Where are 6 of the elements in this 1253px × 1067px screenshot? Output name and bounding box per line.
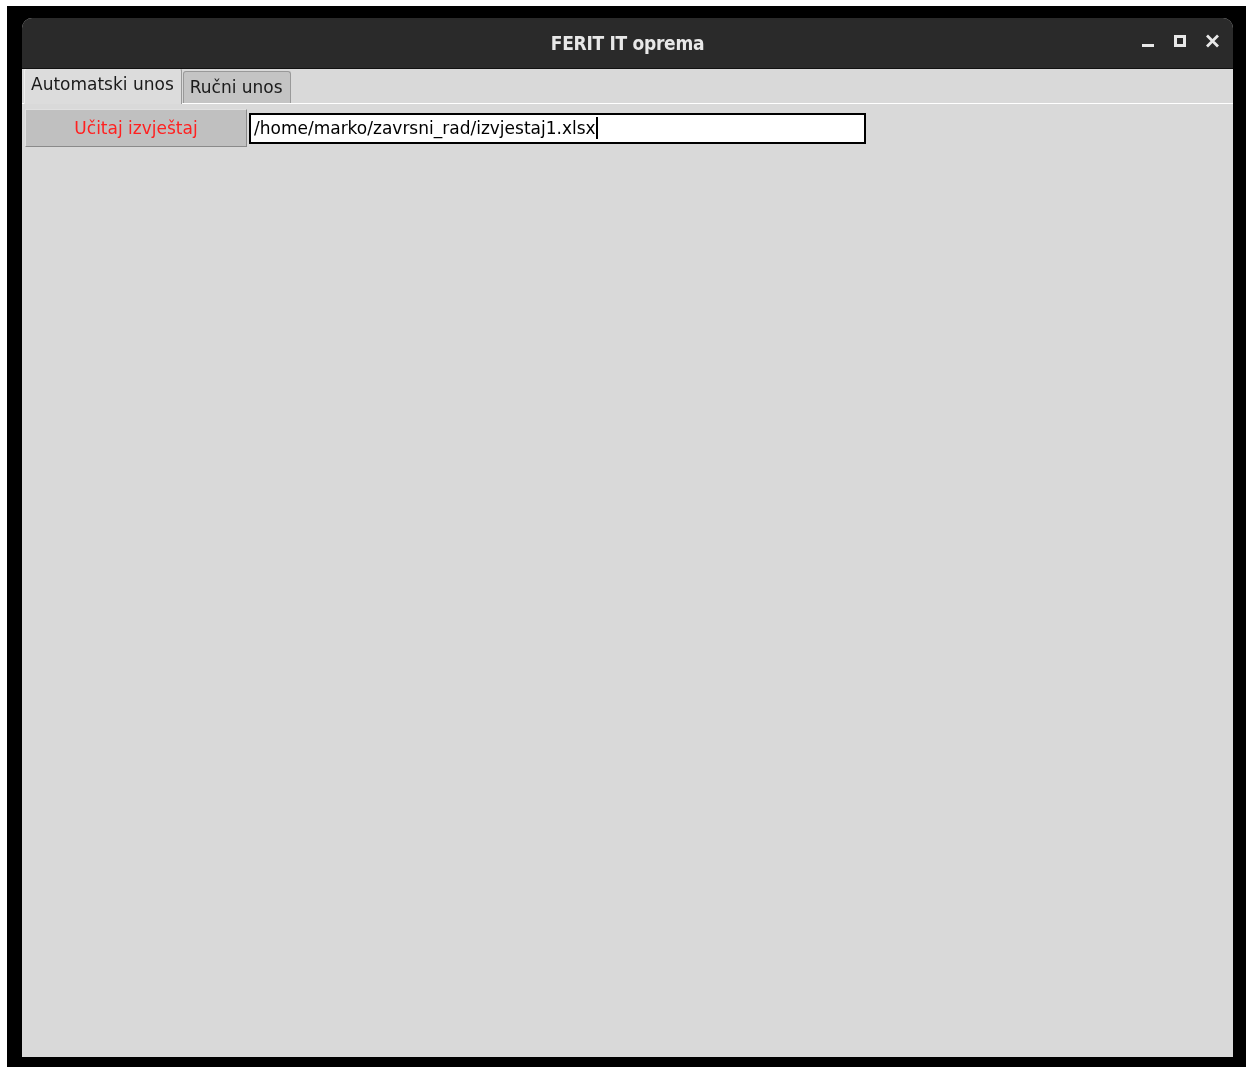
file-path-field[interactable]: /home/marko/zavrsni_rad/izvjestaj1.xlsx bbox=[249, 112, 866, 144]
window-title: FERIT IT oprema bbox=[550, 32, 705, 54]
tab[interactable]: Ručni unos bbox=[182, 71, 291, 103]
maximize-icon[interactable] bbox=[1174, 34, 1186, 48]
close-icon[interactable] bbox=[1206, 34, 1219, 48]
tab[interactable]: Automatski unos bbox=[24, 68, 182, 104]
